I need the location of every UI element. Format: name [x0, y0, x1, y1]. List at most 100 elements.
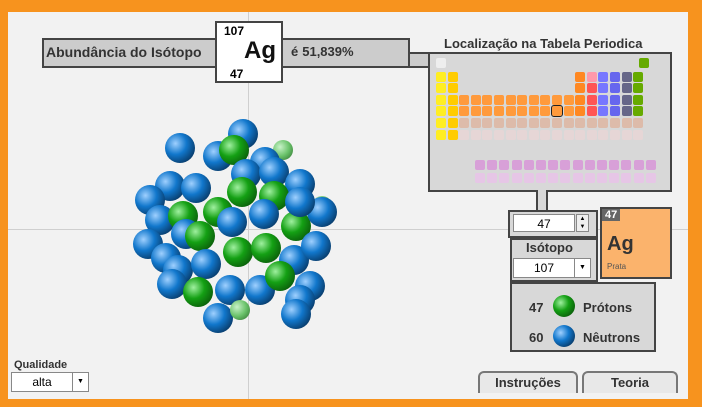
pt-cell[interactable]	[505, 129, 516, 140]
pt-cell[interactable]	[633, 106, 644, 117]
pt-cell[interactable]	[610, 106, 620, 117]
pt-cell-f-block[interactable]	[487, 173, 498, 183]
pt-cell[interactable]	[633, 129, 644, 140]
pt-cell-f-block[interactable]	[597, 160, 607, 170]
pt-cell[interactable]	[470, 106, 481, 117]
pt-cell-f-block[interactable]	[475, 173, 485, 183]
pt-cell[interactable]	[633, 118, 644, 128]
pt-cell[interactable]	[528, 106, 539, 117]
pt-cell[interactable]	[586, 94, 597, 105]
pt-cell[interactable]	[621, 94, 632, 105]
pt-cell[interactable]	[482, 118, 493, 128]
chevron-down-icon[interactable]: ▼	[574, 259, 590, 277]
pt-cell[interactable]	[459, 118, 470, 128]
pt-cell[interactable]	[586, 129, 597, 140]
pt-cell[interactable]	[447, 118, 458, 128]
pt-cell-f-block[interactable]	[475, 160, 485, 170]
stepper-arrows[interactable]: ▲ ▼	[576, 214, 589, 232]
pt-cell[interactable]	[586, 106, 597, 117]
tab-instructions[interactable]: Instruções	[478, 371, 578, 393]
isotope-select[interactable]: 107 ▼	[513, 258, 591, 278]
pt-cell[interactable]	[552, 118, 562, 128]
pt-cell-f-block[interactable]	[645, 173, 656, 183]
pt-cell[interactable]	[540, 129, 551, 140]
pt-cell[interactable]	[470, 129, 481, 140]
pt-cell-f-block[interactable]	[499, 173, 510, 183]
quality-select[interactable]: alta ▼	[11, 372, 89, 392]
pt-cell[interactable]	[621, 118, 632, 128]
pt-cell[interactable]	[459, 94, 470, 105]
pt-cell[interactable]	[575, 118, 586, 128]
pt-cell[interactable]	[482, 94, 493, 105]
pt-cell-f-block[interactable]	[548, 160, 559, 170]
pt-cell[interactable]	[436, 106, 446, 117]
pt-cell[interactable]	[610, 129, 620, 140]
pt-cell-f-block[interactable]	[621, 160, 632, 170]
pt-cell[interactable]	[436, 83, 446, 94]
pt-cell[interactable]	[639, 58, 650, 68]
pt-cell-f-block[interactable]	[645, 160, 656, 170]
pt-cell[interactable]	[575, 106, 586, 117]
pt-cell-f-block[interactable]	[511, 173, 522, 183]
stepper-up-icon[interactable]: ▲	[577, 215, 588, 223]
pt-cell[interactable]	[633, 94, 644, 105]
pt-cell-selected[interactable]	[551, 105, 563, 118]
pt-cell[interactable]	[610, 83, 620, 94]
pt-cell-f-block[interactable]	[548, 173, 559, 183]
pt-cell[interactable]	[540, 94, 551, 105]
pt-cell[interactable]	[459, 106, 470, 117]
pt-cell-f-block[interactable]	[487, 160, 498, 170]
pt-cell-f-block[interactable]	[560, 173, 571, 183]
pt-cell-f-block[interactable]	[499, 160, 510, 170]
pt-cell-f-block[interactable]	[523, 173, 534, 183]
pt-cell-f-block[interactable]	[633, 160, 644, 170]
pt-cell[interactable]	[540, 106, 551, 117]
pt-cell[interactable]	[598, 106, 609, 117]
pt-cell[interactable]	[494, 94, 504, 105]
pt-cell[interactable]	[528, 94, 539, 105]
pt-cell-f-block[interactable]	[560, 160, 571, 170]
pt-cell[interactable]	[598, 129, 609, 140]
pt-cell[interactable]	[598, 94, 609, 105]
pt-cell-f-block[interactable]	[584, 160, 595, 170]
pt-cell[interactable]	[436, 129, 446, 140]
pt-cell[interactable]	[517, 129, 528, 140]
pt-cell[interactable]	[540, 118, 551, 128]
pt-cell[interactable]	[459, 129, 470, 140]
pt-cell[interactable]	[610, 118, 620, 128]
pt-cell-f-block[interactable]	[536, 173, 546, 183]
pt-cell[interactable]	[552, 94, 562, 105]
pt-cell[interactable]	[447, 129, 458, 140]
pt-cell-f-block[interactable]	[536, 160, 546, 170]
pt-cell[interactable]	[436, 94, 446, 105]
pt-cell[interactable]	[482, 106, 493, 117]
pt-cell[interactable]	[621, 129, 632, 140]
pt-cell[interactable]	[633, 83, 644, 94]
pt-cell[interactable]	[528, 129, 539, 140]
pt-cell[interactable]	[633, 71, 644, 82]
pt-cell[interactable]	[563, 106, 574, 117]
pt-cell[interactable]	[482, 129, 493, 140]
pt-cell[interactable]	[575, 71, 586, 82]
pt-cell[interactable]	[447, 83, 458, 94]
pt-cell[interactable]	[563, 94, 574, 105]
pt-cell-f-block[interactable]	[572, 160, 583, 170]
pt-cell[interactable]	[436, 58, 446, 68]
pt-cell[interactable]	[447, 71, 458, 82]
pt-cell[interactable]	[552, 129, 562, 140]
pt-cell-f-block[interactable]	[621, 173, 632, 183]
pt-cell-f-block[interactable]	[609, 160, 620, 170]
pt-cell[interactable]	[470, 94, 481, 105]
pt-cell[interactable]	[598, 118, 609, 128]
pt-cell[interactable]	[447, 106, 458, 117]
chevron-down-icon[interactable]: ▼	[72, 373, 88, 391]
pt-cell[interactable]	[528, 118, 539, 128]
pt-cell[interactable]	[505, 106, 516, 117]
pt-cell[interactable]	[621, 71, 632, 82]
pt-cell[interactable]	[586, 118, 597, 128]
pt-cell[interactable]	[436, 118, 446, 128]
tab-theory[interactable]: Teoria	[582, 371, 678, 393]
pt-cell[interactable]	[610, 71, 620, 82]
pt-cell-f-block[interactable]	[572, 173, 583, 183]
pt-cell[interactable]	[621, 106, 632, 117]
